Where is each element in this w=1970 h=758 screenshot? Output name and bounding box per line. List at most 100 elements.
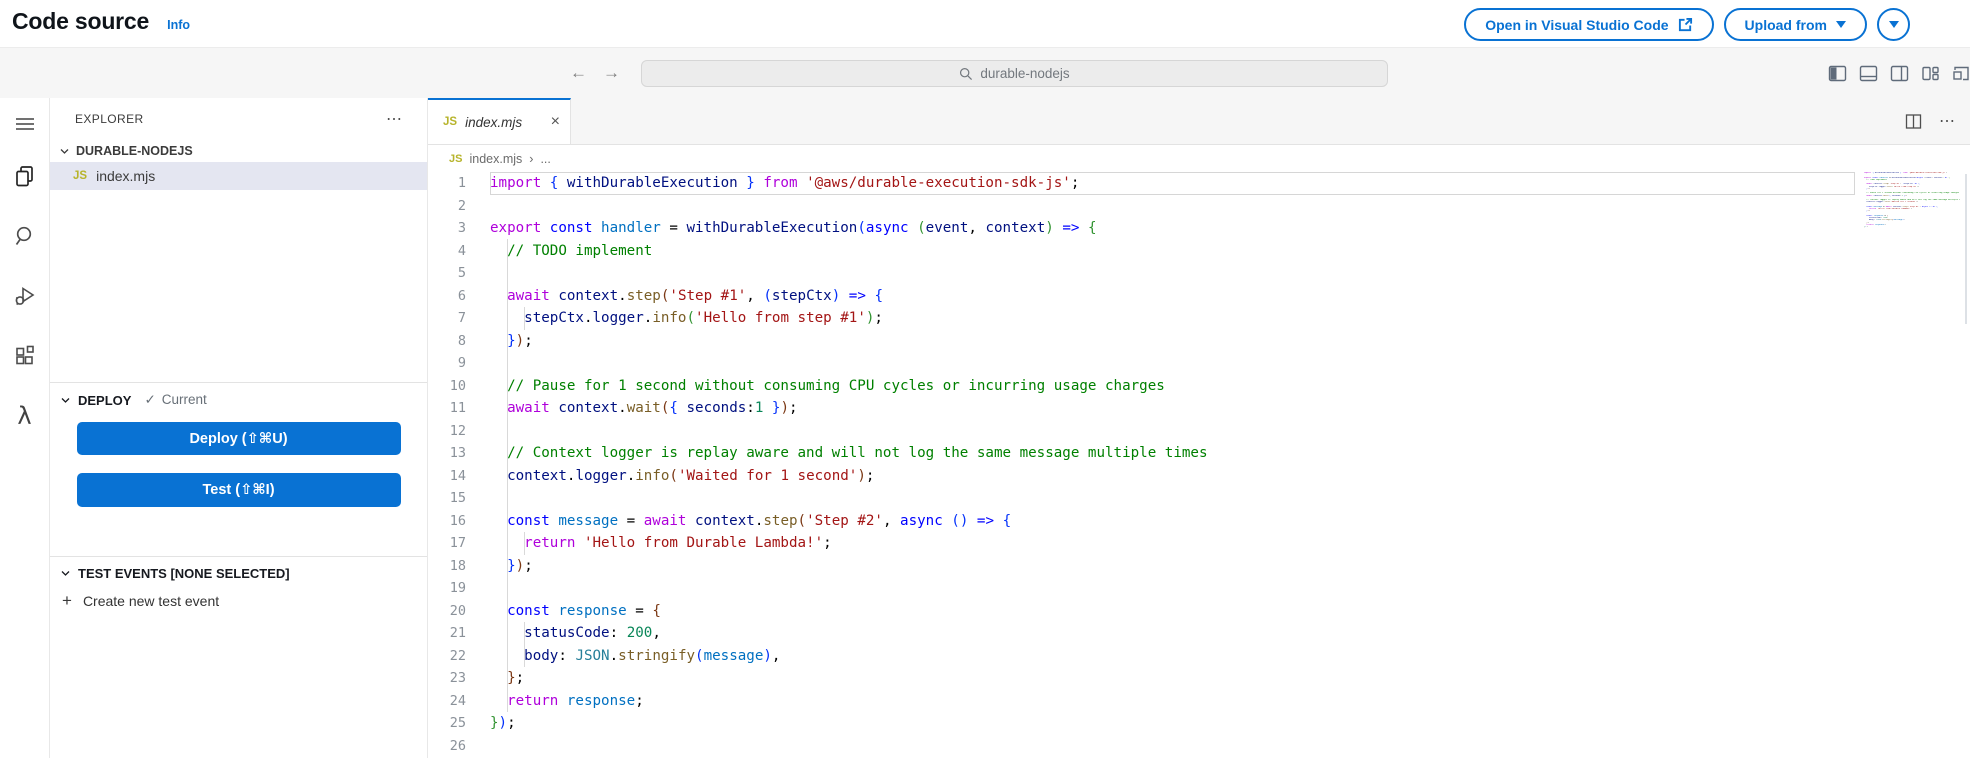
- explorer-title: EXPLORER: [75, 112, 144, 126]
- create-new-test-event-label: Create new test event: [83, 593, 219, 609]
- chevron-down-icon: [60, 395, 71, 406]
- code-line[interactable]: 9: [428, 352, 1855, 375]
- extensions-icon[interactable]: [13, 344, 37, 368]
- project-folder-durable-nodejs[interactable]: DURABLE-NODEJS: [50, 140, 427, 162]
- open-in-vscode-label: Open in Visual Studio Code: [1485, 17, 1668, 33]
- line-number: 7: [428, 307, 466, 330]
- line-number: 1: [428, 172, 466, 195]
- line-number: 16: [428, 510, 466, 533]
- tab-label: index.mjs: [465, 115, 522, 130]
- code-line[interactable]: 24 return response;: [428, 690, 1855, 713]
- deploy-button[interactable]: Deploy (⇧⌘U): [77, 422, 401, 455]
- code-line[interactable]: 20 const response = {: [428, 600, 1855, 623]
- code-line[interactable]: 26: [428, 735, 1855, 758]
- code-line[interactable]: 11 await context.wait({ seconds:1 });: [428, 397, 1855, 420]
- search-icon[interactable]: [13, 224, 37, 248]
- file-item-index-mjs[interactable]: JS index.mjs: [50, 162, 427, 190]
- code-line[interactable]: 2: [428, 195, 1855, 218]
- line-number: 3: [428, 217, 466, 240]
- explorer-sidebar: EXPLORER ⋯ DURABLE-NODEJS JS index.mjs D…: [50, 98, 428, 758]
- code-line[interactable]: 7 stepCtx.logger.info('Hello from step #…: [428, 307, 1855, 330]
- close-tab-icon[interactable]: ×: [551, 114, 560, 130]
- line-number: 19: [428, 577, 466, 600]
- line-number: 25: [428, 712, 466, 735]
- code-line[interactable]: 5: [428, 262, 1855, 285]
- editor-scrollbar[interactable]: [1965, 174, 1967, 324]
- editor-pane: JS index.mjs × ⋯ JS index.mjs › ... 1 imp…: [428, 98, 1970, 758]
- tab-index-mjs[interactable]: JS index.mjs ×: [428, 98, 571, 144]
- sidebar-spacer: [50, 190, 427, 382]
- test-events-section-header[interactable]: TEST EVENTS [NONE SELECTED]: [50, 566, 427, 581]
- code-source-header: Code source Info Open in Visual Studio C…: [0, 0, 1970, 47]
- code-line[interactable]: 25});: [428, 712, 1855, 735]
- line-number: 13: [428, 442, 466, 465]
- line-number: 2: [428, 195, 466, 218]
- code-line[interactable]: 22 body: JSON.stringify(message),: [428, 645, 1855, 668]
- customize-layout-icon[interactable]: [1921, 64, 1940, 83]
- indent-guide: [524, 532, 525, 555]
- code-editor[interactable]: 1 import { withDurableExecution } from '@…: [428, 172, 1970, 758]
- open-in-vscode-button[interactable]: Open in Visual Studio Code: [1464, 8, 1713, 41]
- breadcrumb-symbol[interactable]: ...: [540, 152, 550, 166]
- line-number: 9: [428, 352, 466, 375]
- tab-bar: JS index.mjs × ⋯: [428, 98, 1970, 145]
- deploy-section-header[interactable]: DEPLOY ✓ Current: [50, 392, 427, 408]
- run-and-debug-icon[interactable]: [13, 284, 37, 308]
- test-button[interactable]: Test (⇧⌘I): [77, 473, 401, 507]
- create-new-test-event-button[interactable]: + Create new test event: [50, 591, 427, 611]
- more-actions-button[interactable]: [1877, 8, 1910, 41]
- navigate-back-icon[interactable]: ←: [570, 63, 587, 83]
- toggle-panel-icon[interactable]: [1859, 64, 1878, 83]
- code-editor-shell: ← → durable-nodejs λ EXPLORER: [0, 47, 1970, 758]
- breadcrumb-file[interactable]: index.mjs: [469, 152, 522, 166]
- code-line[interactable]: 3export const handler = withDurableExecu…: [428, 217, 1855, 240]
- code-line[interactable]: 14 context.logger.info('Waited for 1 sec…: [428, 465, 1855, 488]
- code-line[interactable]: 18 });: [428, 555, 1855, 578]
- code-line[interactable]: 15: [428, 487, 1855, 510]
- navigate-forward-icon[interactable]: →: [603, 63, 620, 83]
- indent-guide: [507, 239, 508, 712]
- aws-lambda-icon[interactable]: λ: [17, 404, 31, 428]
- caret-down-icon: [1889, 21, 1899, 28]
- code-line[interactable]: 1import { withDurableExecution } from '@…: [428, 172, 1855, 195]
- menu-icon[interactable]: [13, 112, 37, 136]
- line-number: 10: [428, 375, 466, 398]
- explorer-icon[interactable]: [13, 164, 37, 188]
- line-number: 12: [428, 420, 466, 443]
- command-center-search[interactable]: durable-nodejs: [641, 60, 1388, 87]
- toggle-secondary-sidebar-icon[interactable]: [1890, 64, 1909, 83]
- test-events-section-label: TEST EVENTS [NONE SELECTED]: [78, 566, 290, 581]
- external-link-icon: [1678, 17, 1693, 32]
- line-number: 11: [428, 397, 466, 420]
- line-number: 15: [428, 487, 466, 510]
- code-line[interactable]: 4 // TODO implement: [428, 240, 1855, 263]
- editor-more-actions-icon[interactable]: ⋯: [1939, 111, 1956, 131]
- test-events-section: TEST EVENTS [NONE SELECTED] + Create new…: [50, 556, 427, 758]
- code-line[interactable]: 16 const message = await context.step('S…: [428, 510, 1855, 533]
- minimap[interactable]: import { withDurableExecution } from '@a…: [1864, 172, 1960, 231]
- code-lines: 1import { withDurableExecution } from '@…: [428, 172, 1855, 757]
- code-line[interactable]: 8 });: [428, 330, 1855, 353]
- line-number: 8: [428, 330, 466, 353]
- code-line[interactable]: 6 await context.step('Step #1', (stepCtx…: [428, 285, 1855, 308]
- breadcrumb: JS index.mjs › ...: [428, 145, 1970, 172]
- code-line[interactable]: 21 statusCode: 200,: [428, 622, 1855, 645]
- split-editor-icon[interactable]: [1905, 113, 1922, 130]
- code-line[interactable]: 13 // Context logger is replay aware and…: [428, 442, 1855, 465]
- toggle-primary-sidebar-icon[interactable]: [1828, 64, 1847, 83]
- line-number: 22: [428, 645, 466, 668]
- code-line[interactable]: 10 // Pause for 1 second without consumi…: [428, 375, 1855, 398]
- check-icon: ✓: [144, 392, 155, 408]
- explorer-more-actions-icon[interactable]: ⋯: [386, 109, 403, 129]
- line-number: 14: [428, 465, 466, 488]
- expand-window-icon[interactable]: [1952, 64, 1970, 83]
- info-link[interactable]: Info: [167, 18, 190, 32]
- code-line[interactable]: 17 return 'Hello from Durable Lambda!';: [428, 532, 1855, 555]
- javascript-file-icon: JS: [73, 170, 87, 182]
- code-line[interactable]: 23 };: [428, 667, 1855, 690]
- code-line[interactable]: 19: [428, 577, 1855, 600]
- upload-from-button[interactable]: Upload from: [1724, 8, 1867, 41]
- chevron-down-icon: [59, 146, 70, 157]
- javascript-file-icon: JS: [449, 153, 462, 165]
- code-line[interactable]: 12: [428, 420, 1855, 443]
